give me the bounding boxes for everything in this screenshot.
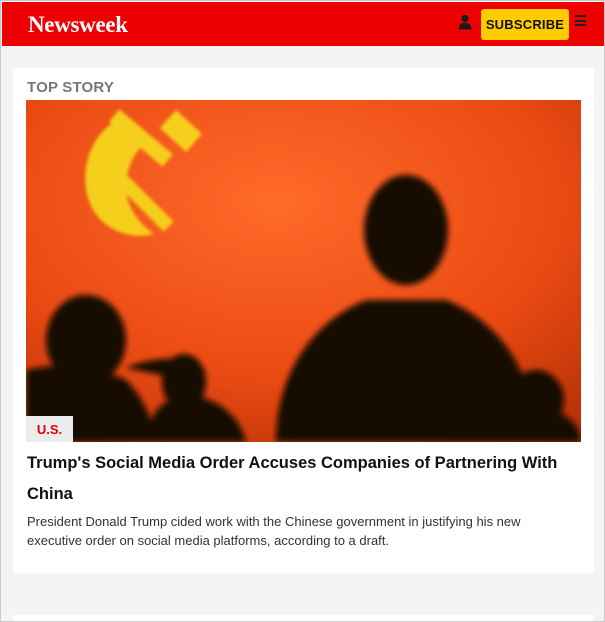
story-summary: President Donald Trump cided work with t… [27,514,521,548]
hero-image[interactable] [26,100,581,442]
newsweek-logo[interactable]: Newsweek [28,12,128,38]
page-frame: Newsweek SUBSCRIBE TOP STORY U.S. Trump'… [0,0,605,622]
menu-icon[interactable] [575,15,586,26]
story-headline[interactable]: Trump's Social Media Order Accuses Compa… [27,448,577,510]
site-header: Newsweek SUBSCRIBE [2,2,604,46]
next-story-card [13,615,594,621]
user-icon[interactable] [458,14,472,30]
category-tag[interactable]: U.S. [26,416,73,442]
subscribe-button[interactable]: SUBSCRIBE [481,9,569,40]
top-story-card: TOP STORY U.S. Trump's Social Media Orde… [13,68,594,573]
section-label: TOP STORY [27,79,115,96]
